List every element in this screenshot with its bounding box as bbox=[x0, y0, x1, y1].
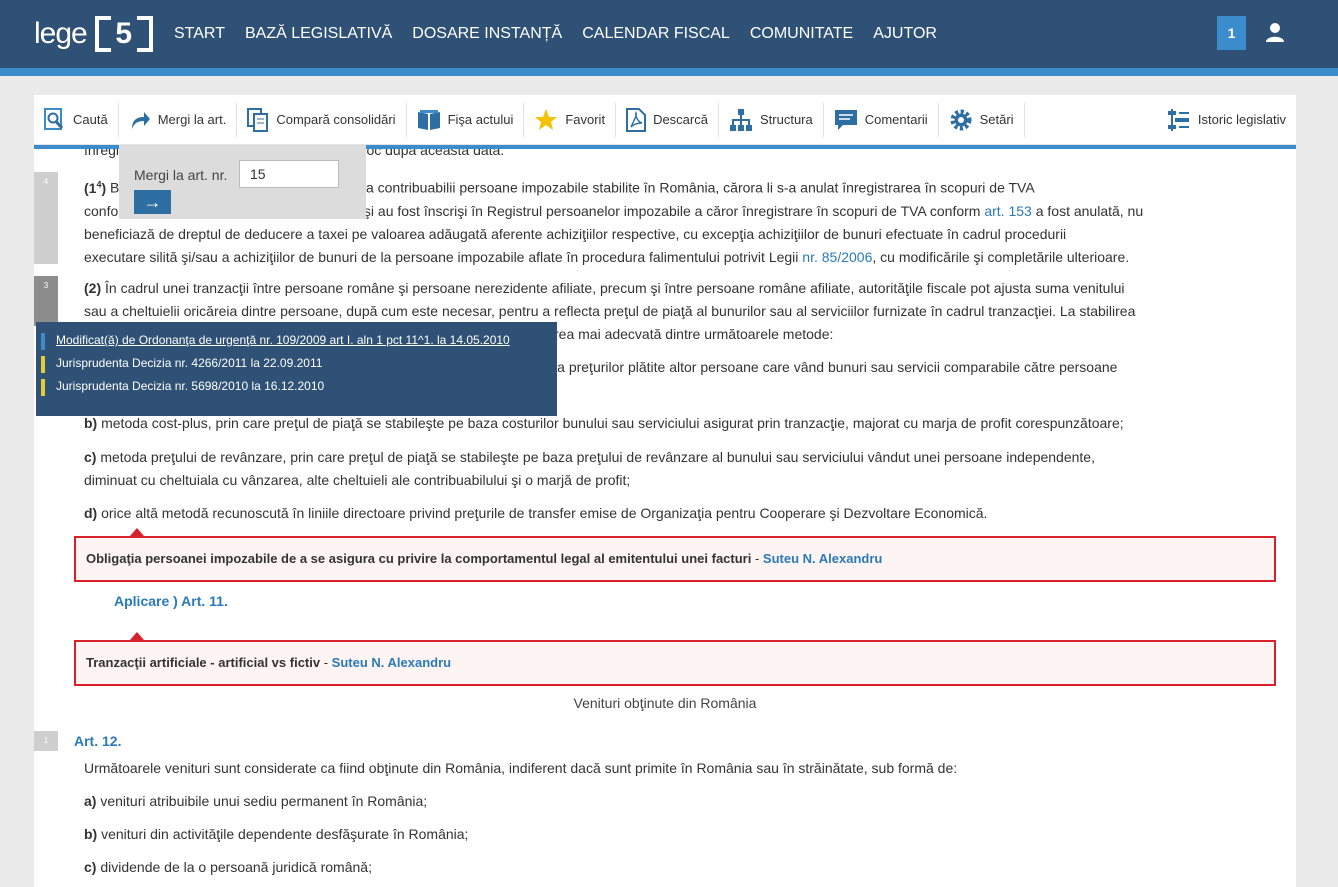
search-icon bbox=[44, 107, 64, 130]
logo-word: lege bbox=[34, 17, 88, 50]
comment-caret bbox=[130, 632, 144, 640]
header-accent-strip bbox=[0, 68, 1338, 76]
structure-button[interactable]: Structura bbox=[719, 102, 824, 137]
compare-label: Compară consolidări bbox=[276, 112, 396, 127]
article-12-intro: Următoarele venituri sunt considerate ca… bbox=[84, 760, 958, 776]
goto-submit-button[interactable]: → bbox=[134, 190, 171, 214]
history-label: Istoric legislativ bbox=[1197, 112, 1286, 127]
pdf-icon bbox=[626, 107, 647, 132]
compare-button[interactable]: Compară consolidări bbox=[237, 102, 407, 137]
tree-icon bbox=[729, 108, 752, 131]
structure-label: Structura bbox=[759, 112, 813, 127]
article-12-item-c: c) dividende de la o persoană juridică r… bbox=[84, 859, 372, 875]
goto-article-label: Mergi la art. nr. bbox=[134, 167, 228, 183]
main-nav: START BAZĂ LEGISLATIVĂ DOSARE INSTANȚĂ C… bbox=[174, 0, 957, 68]
top-navbar: lege 5 START BAZĂ LEGISLATIVĂ DOSARE INS… bbox=[0, 0, 1338, 68]
timeline-icon bbox=[1167, 108, 1189, 131]
search-button[interactable]: Caută bbox=[34, 102, 119, 137]
goto-article-button[interactable]: Mergi la art. bbox=[119, 102, 238, 137]
article-gutter[interactable]: 1 bbox=[34, 731, 58, 751]
article-12-item-b: b) venituri din activităţile dependente … bbox=[84, 826, 469, 842]
notification-badge[interactable]: 1 bbox=[1217, 16, 1246, 50]
documents-icon bbox=[247, 107, 269, 132]
article-number-input[interactable] bbox=[239, 160, 339, 188]
comments-label: Comentarii bbox=[864, 112, 928, 127]
nav-calendar-fiscal[interactable]: CALENDAR FISCAL bbox=[582, 25, 730, 43]
arrow-redo-icon bbox=[131, 111, 150, 129]
speech-bubble-icon bbox=[834, 109, 857, 130]
application-link[interactable]: Aplicare ) Art. 11. bbox=[114, 593, 228, 609]
book-icon bbox=[417, 109, 440, 130]
site-logo[interactable]: lege 5 bbox=[34, 14, 153, 54]
law-85-2006-link[interactable]: nr. 85/2006 bbox=[802, 249, 872, 265]
download-label: Descarcă bbox=[653, 112, 708, 127]
article-12-title[interactable]: Art. 12. bbox=[74, 733, 121, 749]
history-marker bbox=[41, 379, 45, 396]
search-label: Caută bbox=[73, 112, 108, 127]
star-icon bbox=[535, 108, 558, 130]
comment-box[interactable]: Tranzacţii artificiale - artificial vs f… bbox=[74, 640, 1276, 686]
settings-label: Setări bbox=[979, 112, 1014, 127]
favorite-label: Favorit bbox=[565, 112, 606, 127]
gear-icon bbox=[950, 109, 972, 130]
history-item-jurisprudence[interactable]: Jurisprudenta Decizia nr. 5698/2010 la 1… bbox=[36, 375, 557, 398]
document-content: înregistrare, respectiv livrarea/prestar… bbox=[34, 142, 1296, 887]
favorite-button[interactable]: Favorit bbox=[524, 102, 617, 137]
paragraph-d: d) orice altă metodă recunoscută în lini… bbox=[84, 505, 988, 521]
paragraph-label: (14) bbox=[84, 179, 107, 196]
document-toolbar: Caută Mergi la art. Compară consolidări … bbox=[34, 95, 1296, 145]
legislative-history-tooltip: Modificat(ă) de Ordonanţa de urgenţă nr.… bbox=[36, 322, 557, 416]
document-panel: Caută Mergi la art. Compară consolidări … bbox=[34, 95, 1296, 887]
comments-button[interactable]: Comentarii bbox=[824, 102, 939, 137]
paragraph-c: c) metoda preţului de revânzare, prin ca… bbox=[84, 449, 1095, 488]
history-item-modification[interactable]: Modificat(ă) de Ordonanţa de urgenţă nr.… bbox=[36, 329, 557, 352]
nav-dosare-instanta[interactable]: DOSARE INSTANȚĂ bbox=[412, 25, 562, 43]
article-153-link[interactable]: art. 153 bbox=[984, 203, 1031, 219]
act-sheet-label: Fişa actului bbox=[447, 112, 514, 127]
comment-author[interactable]: Suteu N. Alexandru bbox=[332, 655, 451, 670]
history-marker bbox=[41, 333, 45, 350]
logo-box: 5 bbox=[94, 16, 153, 52]
legislative-history-button[interactable]: Istoric legislativ bbox=[1157, 103, 1286, 137]
user-icon[interactable] bbox=[1264, 22, 1286, 44]
nav-ajutor[interactable]: AJUTOR bbox=[873, 25, 937, 43]
history-item-jurisprudence[interactable]: Jurisprudenta Decizia nr. 4266/2011 la 2… bbox=[36, 352, 557, 375]
comment-caret bbox=[130, 528, 144, 536]
nav-start[interactable]: START bbox=[174, 25, 225, 43]
goto-article-popup: Mergi la art. nr. → bbox=[119, 145, 366, 219]
paragraph-gutter[interactable]: 3 bbox=[34, 276, 58, 326]
comment-author[interactable]: Suteu N. Alexandru bbox=[763, 551, 882, 566]
article-12-item-a: a) venituri atribuibile unui sediu perma… bbox=[84, 793, 428, 809]
nav-comunitate[interactable]: COMUNITATE bbox=[750, 25, 853, 43]
comment-box[interactable]: Obligaţia persoanei impozabile de a se a… bbox=[74, 536, 1276, 582]
paragraph-gutter[interactable]: 4 bbox=[34, 172, 58, 264]
history-marker bbox=[41, 356, 45, 373]
download-button[interactable]: Descarcă bbox=[616, 102, 719, 137]
section-title: Venituri obţinute din România bbox=[573, 695, 757, 711]
act-sheet-button[interactable]: Fişa actului bbox=[407, 102, 525, 137]
nav-baza-legislativa[interactable]: BAZĂ LEGISLATIVĂ bbox=[245, 25, 392, 43]
goto-label: Mergi la art. bbox=[157, 112, 227, 127]
settings-button[interactable]: Setări bbox=[939, 102, 1025, 137]
logo-number: 5 bbox=[115, 17, 133, 50]
